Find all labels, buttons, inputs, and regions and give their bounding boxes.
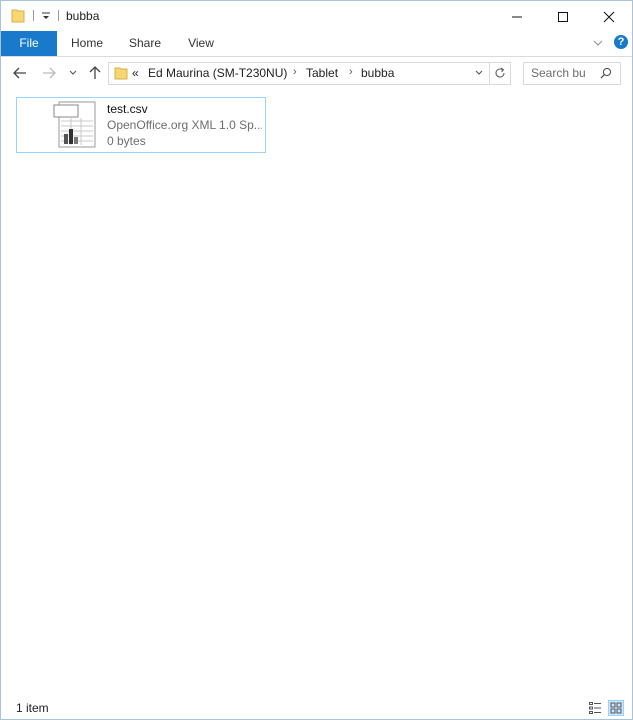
tab-home[interactable]: Home: [57, 31, 117, 56]
separator: [58, 10, 59, 21]
minimize-icon: [512, 16, 522, 18]
status-bar: 1 item: [1, 698, 632, 719]
refresh-button[interactable]: [490, 62, 511, 85]
file-name[interactable]: test.csv: [107, 102, 148, 116]
maximize-icon: [558, 12, 568, 22]
details-view-icon[interactable]: [588, 701, 602, 715]
spreadsheet-file-icon: [53, 101, 96, 148]
folder-icon: [114, 67, 128, 80]
file-size: 0 bytes: [107, 134, 146, 148]
file-list[interactable]: test.csv OpenOffice.org XML 1.0 Sp... 0 …: [1, 91, 632, 691]
search-icon[interactable]: [600, 67, 612, 79]
address-bar[interactable]: « Ed Maurina (SM-T230NU) › Tablet › bubb…: [108, 62, 490, 85]
folder-icon: [11, 9, 25, 23]
breadcrumb-chevron-icon[interactable]: ›: [349, 66, 353, 78]
minimize-button[interactable]: [494, 1, 540, 31]
up-arrow-icon[interactable]: [88, 66, 102, 80]
file-type: OpenOffice.org XML 1.0 Sp...: [107, 118, 262, 132]
help-button[interactable]: ?: [614, 35, 628, 49]
recent-locations-chevron-icon[interactable]: [68, 69, 78, 77]
ribbon: File Home Share View ?: [1, 31, 632, 57]
address-dropdown-icon[interactable]: [474, 69, 484, 77]
tab-share[interactable]: Share: [117, 31, 173, 56]
quick-access-dropdown-icon[interactable]: [40, 10, 52, 22]
tiles-view-icon: [610, 702, 622, 714]
file-item[interactable]: test.csv OpenOffice.org XML 1.0 Sp... 0 …: [16, 97, 266, 153]
title-bar: bubba: [1, 1, 632, 31]
expand-ribbon-chevron-icon[interactable]: [592, 38, 604, 48]
maximize-button[interactable]: [540, 1, 586, 31]
refresh-icon: [495, 67, 505, 78]
breadcrumb-tablet[interactable]: Tablet: [306, 66, 338, 80]
tiles-view-button[interactable]: [608, 700, 624, 716]
breadcrumb-chevron-icon[interactable]: ›: [293, 66, 297, 78]
close-icon: [603, 11, 615, 23]
back-arrow-icon[interactable]: [13, 66, 27, 80]
tab-view[interactable]: View: [173, 31, 229, 56]
tab-file[interactable]: File: [1, 31, 57, 56]
breadcrumb-device[interactable]: Ed Maurina (SM-T230NU): [148, 66, 287, 80]
close-button[interactable]: [586, 1, 632, 31]
item-count: 1 item: [16, 701, 49, 715]
separator: [33, 10, 34, 21]
window-title: bubba: [66, 9, 100, 23]
search-box[interactable]: Search bu: [523, 62, 621, 85]
search-placeholder[interactable]: Search bu: [531, 66, 586, 80]
navigation-bar: « Ed Maurina (SM-T230NU) › Tablet › bubb…: [1, 57, 632, 91]
breadcrumb-overflow[interactable]: «: [132, 66, 139, 80]
explorer-window: bubba File Home Share View ? « Ed Maurin…: [0, 0, 633, 720]
breadcrumb-bubba[interactable]: bubba: [361, 66, 394, 80]
forward-arrow-icon[interactable]: [42, 66, 56, 80]
